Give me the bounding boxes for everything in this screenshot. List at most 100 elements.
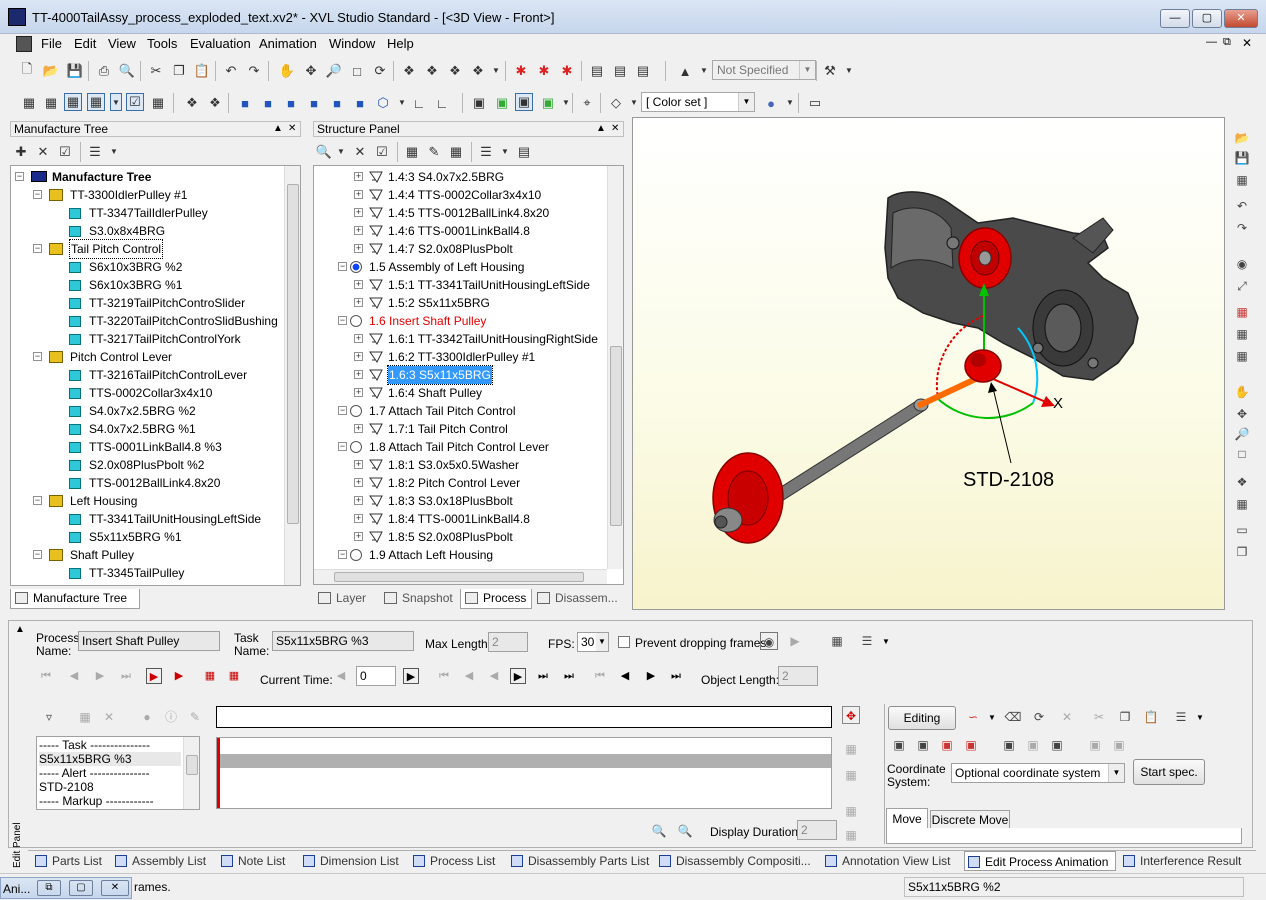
seek-prev-icon[interactable]: ◀: [461, 668, 477, 684]
task-list-item[interactable]: ----- Alert ---------------: [39, 766, 181, 780]
capture-4-icon[interactable]: ▣: [962, 736, 980, 754]
print-icon[interactable]: ⎙: [95, 62, 113, 80]
zoom-box-icon[interactable]: □: [348, 62, 366, 80]
close-window-button[interactable]: ✕: [1224, 9, 1258, 28]
expand-icon[interactable]: +: [354, 244, 363, 253]
material-combo[interactable]: Not Specified ▼: [712, 60, 816, 80]
copy-view-icon[interactable]: ❐: [1234, 544, 1250, 560]
manufacture-tree-item[interactable]: TT-3220TailPitchControSlidBushing: [11, 312, 283, 330]
color-set-icon[interactable]: ◇: [607, 94, 625, 112]
panel-6-icon[interactable]: ▦: [149, 94, 167, 112]
structure-tree-item[interactable]: +1.6:3 S5x11x5BRG: [314, 365, 606, 385]
remove-task-icon[interactable]: ✕: [100, 708, 118, 726]
expand-icon[interactable]: +: [354, 388, 363, 397]
refresh-icon[interactable]: ⟳: [1030, 708, 1048, 726]
cut-icon[interactable]: ✂: [147, 62, 165, 80]
display-duration-field[interactable]: 2: [797, 820, 837, 840]
collapse-icon[interactable]: −: [15, 172, 24, 181]
pan-hand-icon[interactable]: ✋: [278, 62, 296, 80]
shade-dropdown-icon[interactable]: ▼: [562, 98, 570, 107]
manufacture-tree-item[interactable]: TT-3216TailPitchControlLever: [11, 366, 283, 384]
collapse-icon[interactable]: −: [338, 316, 347, 325]
last-frame-icon[interactable]: ⏭: [118, 668, 134, 684]
collapse-icon[interactable]: −: [338, 550, 347, 559]
view-select-icon[interactable]: ❖: [206, 94, 224, 112]
close-icon[interactable]: ✕: [101, 880, 129, 896]
task-list-scrollbar[interactable]: [183, 737, 199, 809]
task-name-field[interactable]: S5x11x5BRG %3: [272, 631, 414, 651]
redo-view-icon[interactable]: ↷: [1234, 220, 1250, 236]
view-normal-icon[interactable]: ∟: [433, 94, 451, 112]
expand-icon[interactable]: +: [354, 478, 363, 487]
explode-dropdown-icon[interactable]: ▼: [492, 66, 500, 75]
delete-icon[interactable]: ✕: [351, 143, 369, 161]
eye-icon[interactable]: ◉: [1234, 256, 1250, 272]
view-left-icon[interactable]: ■: [282, 94, 300, 112]
structure-tree-item[interactable]: − 1.7 Attach Tail Pitch Control: [314, 402, 606, 420]
collapse-icon[interactable]: −: [33, 190, 42, 199]
info-icon[interactable]: ⓘ: [162, 708, 180, 726]
options-dropdown-icon[interactable]: ▼: [501, 147, 509, 156]
open-file-icon[interactable]: 📂: [1234, 130, 1250, 146]
structure-tree-item[interactable]: +1.4:3 S4.0x7x2.5BRG: [314, 168, 606, 186]
minimize-button[interactable]: —: [1160, 9, 1190, 28]
expand-icon[interactable]: +: [354, 208, 363, 217]
copy-key-icon[interactable]: ❐: [1116, 708, 1134, 726]
tab-snapshot[interactable]: Snapshot: [380, 589, 460, 609]
expand-icon[interactable]: +: [354, 424, 363, 433]
view-dropdown-icon[interactable]: ▼: [398, 98, 406, 107]
manufacture-tree-item[interactable]: − Pitch Control Lever: [11, 348, 283, 366]
maximize-button[interactable]: ▢: [1192, 9, 1222, 28]
capture-1-icon[interactable]: ▣: [890, 736, 908, 754]
structure-tree-item[interactable]: − 1.6 Insert Shaft Pulley: [314, 312, 606, 330]
manufacture-tree-item[interactable]: S5x11x5BRG %1: [11, 528, 283, 546]
manufacture-tree-item[interactable]: S3.0x8x4BRG: [11, 222, 283, 240]
view-top-icon[interactable]: ■: [328, 94, 346, 112]
capture-7-icon[interactable]: ▣: [1048, 736, 1066, 754]
structure-tree-item[interactable]: +1.6:1 TT-3342TailUnitHousingRightSide: [314, 330, 606, 348]
expand-icon[interactable]: +: [354, 334, 363, 343]
panel-pin-icon[interactable]: ▲: [273, 122, 283, 136]
tab-process-list[interactable]: Process List: [410, 851, 506, 871]
tab-manufacture-tree[interactable]: Manufacture Tree: [10, 589, 140, 609]
idler-pulley-model[interactable]: [958, 227, 1012, 289]
time-next-icon[interactable]: ▶: [403, 668, 419, 684]
expand-icon[interactable]: +: [354, 370, 363, 379]
window-icon[interactable]: ▭: [1234, 522, 1250, 538]
manufacture-tree-item[interactable]: TTS-0012BallLink4.8x20: [11, 474, 283, 492]
record-2-icon[interactable]: ▶: [171, 668, 187, 684]
task-list-item[interactable]: ----- Task ---------------: [39, 738, 181, 752]
explode-4-icon[interactable]: ❖: [469, 62, 487, 80]
structure-tree-item[interactable]: +1.8:1 S3.0x5x0.5Washer: [314, 456, 606, 474]
expand-icon[interactable]: +: [354, 514, 363, 523]
annotation-label[interactable]: STD-2108: [963, 469, 1054, 491]
shaft-pulley-model[interactable]: [712, 398, 929, 544]
pin-2-icon[interactable]: ✱: [535, 62, 553, 80]
record-icon[interactable]: ▶: [146, 668, 162, 684]
view-fit-icon[interactable]: ❖: [183, 94, 201, 112]
tab-disassembly-parts-list[interactable]: Disassembly Parts List: [508, 851, 654, 871]
add-node-icon[interactable]: ✚: [12, 143, 30, 161]
edit-icon[interactable]: ✎: [425, 143, 443, 161]
check-icon[interactable]: ☑: [56, 143, 74, 161]
structure-tree-item[interactable]: +1.5:2 S5x11x5BRG: [314, 294, 606, 312]
frame-3-icon[interactable]: ▤: [634, 62, 652, 80]
task-list-thumb[interactable]: [186, 755, 198, 775]
manufacture-tree-item[interactable]: TT-3347TailIdlerPulley: [11, 204, 283, 222]
go-end-icon[interactable]: ⏭: [668, 668, 684, 684]
tab-process[interactable]: Process: [460, 589, 532, 609]
manufacture-tree-item[interactable]: − Tail Pitch Control: [11, 239, 283, 259]
view-back-icon[interactable]: ■: [259, 94, 277, 112]
panel-5-icon[interactable]: ☑: [126, 93, 144, 111]
explode-2-icon[interactable]: ❖: [423, 62, 441, 80]
editing-button[interactable]: Editing: [888, 706, 956, 730]
grid-icon[interactable]: ▦: [1234, 496, 1250, 512]
restore-icon[interactable]: ⧉: [37, 880, 61, 896]
keyframe-2-icon[interactable]: ▦: [226, 668, 242, 684]
menu-view[interactable]: View: [105, 35, 139, 53]
color-set-dropdown-icon[interactable]: ▼: [630, 98, 638, 107]
expand-icon[interactable]: +: [354, 280, 363, 289]
view-bottom-icon[interactable]: ■: [351, 94, 369, 112]
manufacture-tree-item[interactable]: TT-3217TailPitchControlYork: [11, 330, 283, 348]
frame-icon[interactable]: ▤: [588, 62, 606, 80]
